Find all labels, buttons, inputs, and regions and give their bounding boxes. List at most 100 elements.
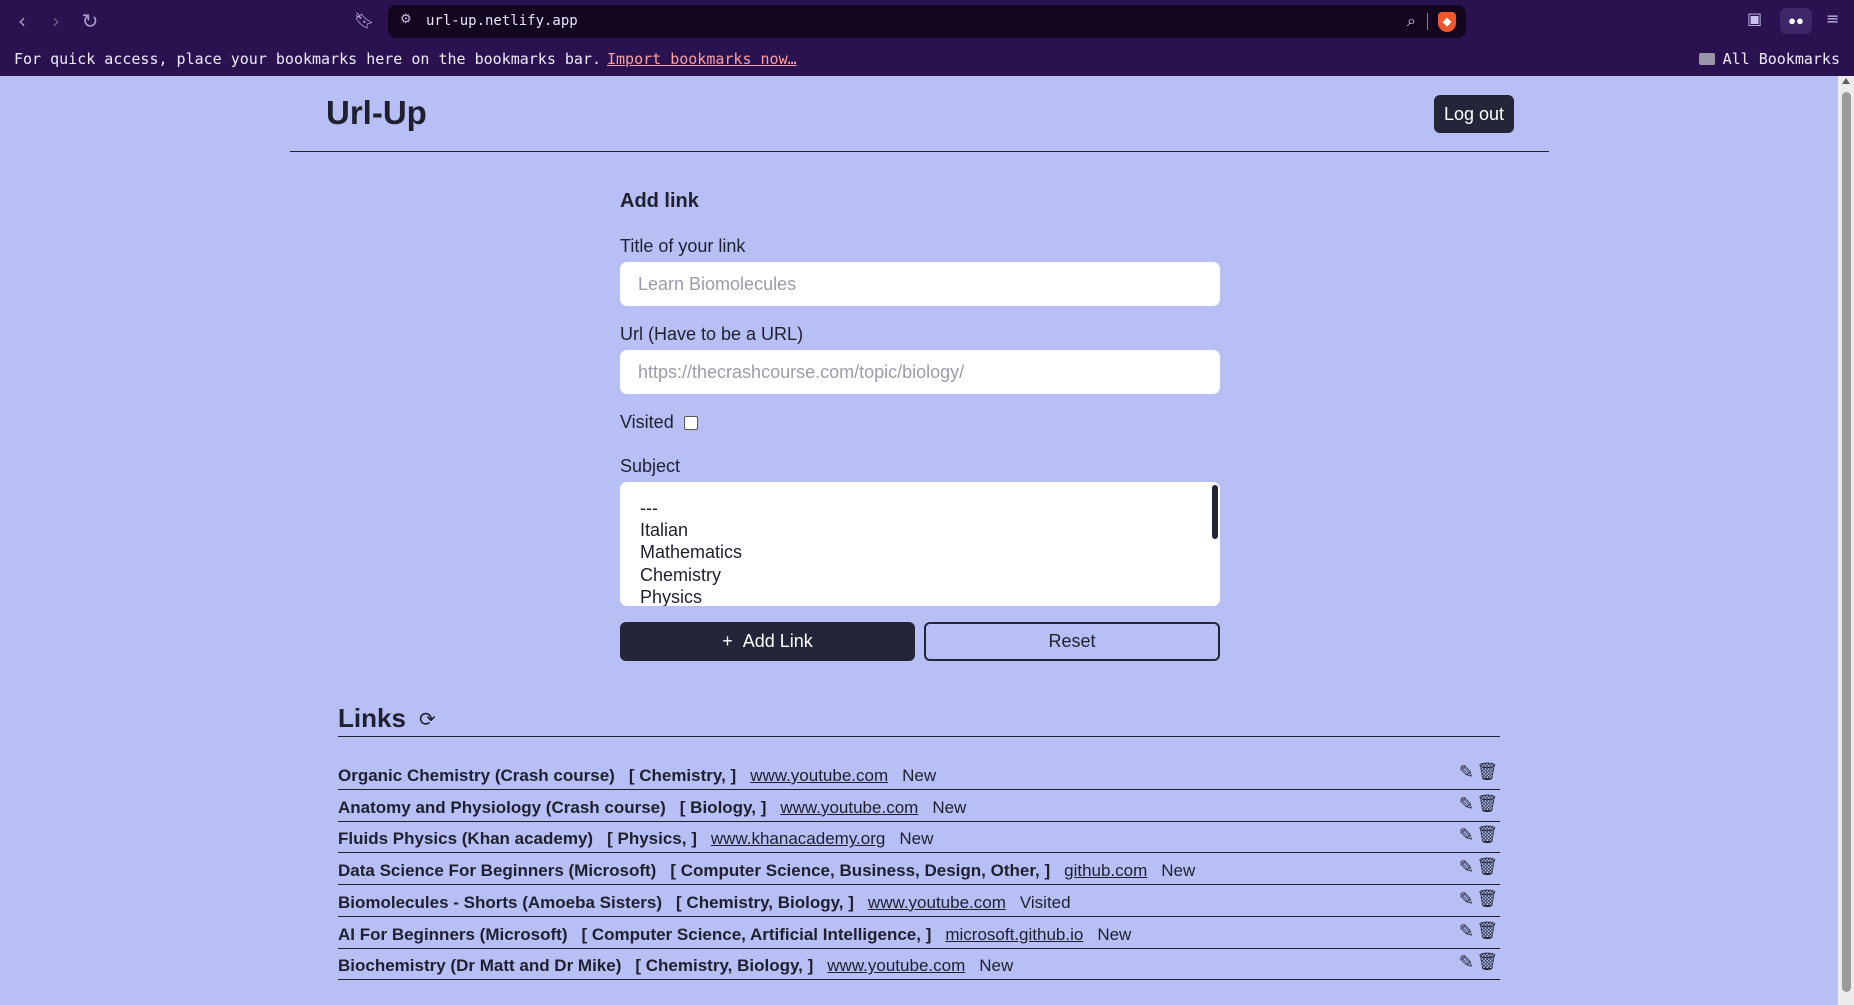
form-heading: Add link <box>620 190 699 212</box>
trash-icon[interactable]: 🗑︎ <box>1476 762 1498 782</box>
link-subjects: [ Chemistry, ] <box>628 766 737 785</box>
refresh-icon[interactable]: ⟳ <box>419 707 436 731</box>
import-bookmarks-link[interactable]: Import bookmarks now… <box>607 50 797 68</box>
link-subjects: [ Chemistry, Biology, ] <box>676 892 854 912</box>
link-row: Biomolecules - Shorts (Amoeba Sisters) [ … <box>338 885 1500 917</box>
select-scroll-thumb[interactable] <box>1212 485 1218 539</box>
edit-icon[interactable]: ✎ <box>1459 921 1474 942</box>
link-subjects: [ Computer Science, Artificial Intellige… <box>581 924 932 944</box>
link-url[interactable]: www.khanacademy.org <box>711 829 886 848</box>
sidebar-toggle-icon[interactable]: ▣ <box>1747 9 1762 28</box>
reader-mode-icon[interactable]: ●● <box>1780 8 1812 34</box>
subject-option[interactable]: Chemistry <box>640 565 721 586</box>
divider <box>1427 13 1428 30</box>
link-url[interactable]: www.youtube.com <box>868 893 1006 912</box>
link-title: Biomolecules - Shorts (Amoeba Sisters) <box>338 892 663 912</box>
url-input[interactable] <box>620 350 1220 394</box>
all-bookmarks-label: All Bookmarks <box>1722 50 1840 68</box>
link-row-content: Data Science For Beginners (Microsoft) [ … <box>338 861 1195 881</box>
reload-icon[interactable]: ↻ <box>78 10 102 34</box>
scroll-thumb[interactable] <box>1842 92 1851 992</box>
link-url[interactable]: github.com <box>1064 861 1147 880</box>
address-bar[interactable]: ⚙ url-up.netlify.app ⌕ ◆ <box>388 5 1466 38</box>
subject-option[interactable]: Italian <box>640 520 688 541</box>
visited-checkbox[interactable] <box>684 416 698 430</box>
link-row-content: Biochemistry (Dr Matt and Dr Mike) [ Chem… <box>338 956 1013 976</box>
add-link-button[interactable]: + Add Link <box>620 622 915 661</box>
scroll-up-arrow[interactable] <box>1842 78 1850 84</box>
folder-icon <box>1698 53 1715 65</box>
trash-icon[interactable]: 🗑︎ <box>1476 857 1498 877</box>
zoom-icon[interactable]: ⌕ <box>1407 11 1416 31</box>
edit-icon[interactable]: ✎ <box>1459 825 1474 846</box>
link-url[interactable]: www.youtube.com <box>780 798 918 817</box>
subject-select[interactable]: --- Italian Mathematics Chemistry Physic… <box>620 482 1220 606</box>
page-scrollbar[interactable] <box>1838 76 1854 1005</box>
link-url[interactable]: microsoft.github.io <box>945 925 1083 944</box>
link-url[interactable]: www.youtube.com <box>827 956 965 975</box>
subject-option[interactable]: Mathematics <box>640 542 742 563</box>
link-status: New <box>979 956 1014 976</box>
link-row: AI For Beginners (Microsoft) [ Computer S… <box>338 917 1500 949</box>
link-status: New <box>1097 924 1132 944</box>
brave-shield-icon[interactable]: ◆ <box>1438 12 1456 32</box>
edit-icon[interactable]: ✎ <box>1459 889 1474 910</box>
link-row-content: Fluids Physics (Khan academy) [ Physics, … <box>338 829 933 849</box>
trash-icon[interactable]: 🗑︎ <box>1476 825 1498 845</box>
trash-icon[interactable]: 🗑︎ <box>1476 889 1498 909</box>
link-row-content: Biomolecules - Shorts (Amoeba Sisters) [ … <box>338 893 1071 913</box>
link-title: Data Science For Beginners (Microsoft) <box>338 861 657 881</box>
edit-icon[interactable]: ✎ <box>1459 857 1474 878</box>
trash-icon[interactable]: 🗑︎ <box>1476 794 1498 814</box>
link-subjects: [ Chemistry, Biology, ] <box>635 956 814 976</box>
link-row: Organic Chemistry (Crash course) [ Chemis… <box>338 758 1500 790</box>
link-status: New <box>932 797 967 817</box>
link-title: Anatomy and Physiology (Crash course) <box>338 797 666 817</box>
bookmark-icon[interactable]: 🔖︎ <box>354 11 374 33</box>
link-status: New <box>1161 861 1196 881</box>
url-text[interactable]: url-up.netlify.app <box>426 13 578 29</box>
add-link-label: Add Link <box>742 631 813 651</box>
link-row-content: Anatomy and Physiology (Crash course) [ B… <box>338 798 966 818</box>
site-info-icon[interactable]: ⚙ <box>400 12 412 27</box>
bookmarks-bar: For quick access, place your bookmarks h… <box>0 42 1854 76</box>
link-title: Biochemistry (Dr Matt and Dr Mike) <box>338 956 622 976</box>
trash-icon[interactable]: 🗑︎ <box>1476 952 1498 972</box>
links-divider <box>338 736 1500 737</box>
subject-option[interactable]: Physics <box>640 587 702 606</box>
browser-toolbar: ‹ › ↻ 🔖︎ ⚙ url-up.netlify.app ⌕ ◆ ▣ ●● ≡ <box>0 0 1854 42</box>
link-status: New <box>899 829 934 849</box>
logout-button[interactable]: Log out <box>1434 95 1514 133</box>
edit-icon[interactable]: ✎ <box>1459 794 1474 815</box>
header-divider <box>290 151 1549 152</box>
subject-option[interactable]: --- <box>640 498 658 519</box>
title-input[interactable] <box>620 262 1220 306</box>
links-heading: Links <box>338 703 406 733</box>
link-row: Biochemistry (Dr Matt and Dr Mike) [ Chem… <box>338 948 1500 981</box>
link-row-content: AI For Beginners (Microsoft) [ Computer S… <box>338 925 1131 945</box>
link-status: New <box>902 766 937 785</box>
link-status: Visited <box>1019 892 1071 912</box>
link-subjects: [ Physics, ] <box>607 829 697 849</box>
edit-icon[interactable]: ✎ <box>1459 762 1474 783</box>
subject-label: Subject <box>620 456 681 476</box>
link-title: AI For Beginners (Microsoft) <box>338 924 568 944</box>
link-row: Anatomy and Physiology (Crash course) [ B… <box>338 790 1500 822</box>
visited-label: Visited <box>620 412 674 432</box>
all-bookmarks-button[interactable]: All Bookmarks <box>1698 50 1840 68</box>
link-row: Fluids Physics (Khan academy) [ Physics, … <box>338 821 1500 854</box>
app-title: Url-Up <box>326 94 427 131</box>
link-url[interactable]: www.youtube.com <box>750 766 888 785</box>
back-icon[interactable]: ‹ <box>10 10 34 34</box>
bookmarks-prompt-text: For quick access, place your bookmarks h… <box>14 50 601 68</box>
link-subjects: [ Biology, ] <box>679 797 767 817</box>
plus-icon: + <box>722 631 733 651</box>
forward-icon[interactable]: › <box>44 10 68 34</box>
link-title: Organic Chemistry (Crash course) <box>338 766 615 785</box>
bookmarks-prompt: For quick access, place your bookmarks h… <box>14 50 797 68</box>
trash-icon[interactable]: 🗑︎ <box>1476 921 1498 941</box>
reset-button[interactable]: Reset <box>924 622 1220 661</box>
edit-icon[interactable]: ✎ <box>1459 952 1474 973</box>
menu-icon[interactable]: ≡ <box>1826 9 1839 28</box>
link-row-content: Organic Chemistry (Crash course) [ Chemis… <box>338 766 936 786</box>
